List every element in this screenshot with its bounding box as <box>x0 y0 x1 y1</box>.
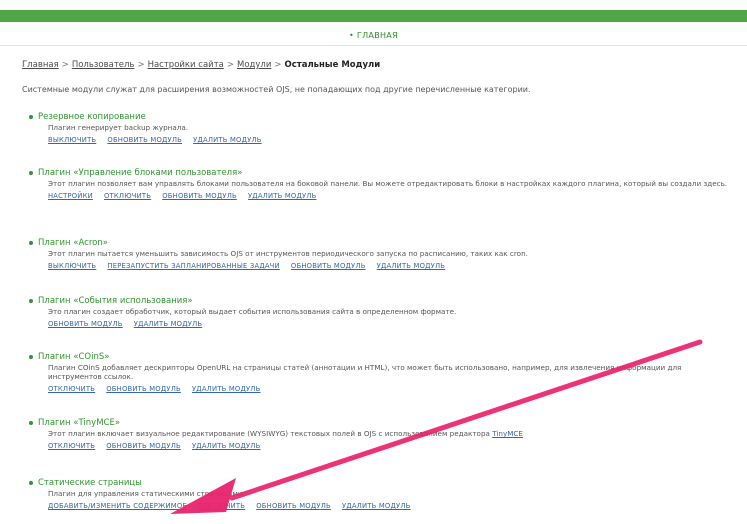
plugin-item-static-pages: Статические страницы Плагин для управлен… <box>29 478 738 512</box>
plugin-description: Плагин для управления статическими стран… <box>48 489 245 498</box>
delete-module-link[interactable]: УДАЛИТЬ МОДУЛЬ <box>192 442 261 450</box>
plugin-title: Плагин «Управление блоками пользователя» <box>29 168 738 179</box>
plugin-description: Этот плагин позволяет вам управлять блок… <box>48 179 728 188</box>
disable-link[interactable]: ОТКЛЮЧИТЬ <box>198 502 245 510</box>
plugin-description: Плагин COinS добавляет дескрипторы OpenU… <box>48 363 682 382</box>
breadcrumb-separator: > <box>226 60 234 70</box>
plugin-description: Этот плагин включает визуальное редактир… <box>48 429 728 438</box>
breadcrumb-separator: > <box>274 60 282 70</box>
nav-home-link[interactable]: • ГЛАВНАЯ <box>349 31 398 40</box>
disable-link[interactable]: ОТКЛЮЧИТЬ <box>48 385 95 393</box>
plugin-title: Плагин «TinyMCE» <box>29 418 738 429</box>
plugin-description: Плагин генерирует backup журнала. <box>48 123 189 132</box>
plugin-title: Статические страницы <box>29 478 738 489</box>
disable-link[interactable]: ВЫКЛЮЧИТЬ <box>48 136 96 144</box>
delete-module-link[interactable]: УДАЛИТЬ МОДУЛЬ <box>193 136 262 144</box>
breadcrumb-item-home[interactable]: Главная <box>22 60 59 70</box>
update-module-link[interactable]: ОБНОВИТЬ МОДУЛЬ <box>106 385 181 393</box>
plugin-title: Плагин «События использования» <box>29 296 738 307</box>
disable-link[interactable]: ОТКЛЮЧИТЬ <box>104 192 151 200</box>
disable-link[interactable]: ОТКЛЮЧИТЬ <box>48 442 95 450</box>
plugin-actions: ВЫКЛЮЧИТЬ ПЕРЕЗАПУСТИТЬ ЗАПЛАНИРОВАННЫЕ … <box>48 258 738 272</box>
plugin-title: Плагин «COinS» <box>29 352 738 363</box>
breadcrumb-separator: > <box>61 60 69 70</box>
plugin-actions: ОТКЛЮЧИТЬ ОБНОВИТЬ МОДУЛЬ УДАЛИТЬ МОДУЛЬ <box>48 438 738 452</box>
breadcrumb-item-user[interactable]: Пользователь <box>72 60 135 70</box>
plugin-title: Резервное копирование <box>29 112 738 123</box>
plugin-item-acron: Плагин «Acron» Этот плагин пытается умен… <box>29 238 738 272</box>
disable-link[interactable]: ВЫКЛЮЧИТЬ <box>48 262 96 270</box>
reload-scheduled-tasks-link[interactable]: ПЕРЕЗАПУСТИТЬ ЗАПЛАНИРОВАННЫЕ ЗАДАЧИ <box>107 262 279 270</box>
update-module-link[interactable]: ОБНОВИТЬ МОДУЛЬ <box>48 320 123 328</box>
update-module-link[interactable]: ОБНОВИТЬ МОДУЛЬ <box>291 262 366 270</box>
nav-home-label: ГЛАВНАЯ <box>356 31 398 40</box>
update-module-link[interactable]: ОБНОВИТЬ МОДУЛЬ <box>256 502 331 510</box>
plugin-item-custom-blocks: Плагин «Управление блоками пользователя»… <box>29 168 738 202</box>
plugin-item-backup: Резервное копирование Плагин генерирует … <box>29 112 738 146</box>
update-module-link[interactable]: ОБНОВИТЬ МОДУЛЬ <box>162 192 237 200</box>
plugin-item-tinymce: Плагин «TinyMCE» Этот плагин включает ви… <box>29 418 738 452</box>
delete-module-link[interactable]: УДАЛИТЬ МОДУЛЬ <box>192 385 261 393</box>
breadcrumb: Главная > Пользователь > Настройки сайта > Мод… <box>22 60 380 70</box>
breadcrumb-item-site-settings[interactable]: Настройки сайта <box>148 60 224 70</box>
delete-module-link[interactable]: УДАЛИТЬ МОДУЛЬ <box>342 502 411 510</box>
tinymce-link[interactable]: TinyMCE <box>492 429 523 438</box>
breadcrumb-separator: > <box>137 60 145 70</box>
plugin-item-usage-events: Плагин «События использования» Это плаги… <box>29 296 738 330</box>
plugin-title: Плагин «Acron» <box>29 238 738 249</box>
delete-module-link[interactable]: УДАЛИТЬ МОДУЛЬ <box>134 320 203 328</box>
plugin-actions: НАСТРОЙКИ ОТКЛЮЧИТЬ ОБНОВИТЬ МОДУЛЬ УДАЛ… <box>48 188 738 202</box>
plugin-description: Этот плагин пытается уменьшить зависимос… <box>48 249 528 258</box>
plugin-actions: ВЫКЛЮЧИТЬ ОБНОВИТЬ МОДУЛЬ УДАЛИТЬ МОДУЛЬ <box>48 132 738 146</box>
add-edit-content-link[interactable]: ДОБАВИТЬ/ИЗМЕНИТЬ СОДЕРЖИМОЕ <box>48 502 187 510</box>
plugin-item-coins: Плагин «COinS» Плагин COinS добавляет де… <box>29 352 738 395</box>
delete-module-link[interactable]: УДАЛИТЬ МОДУЛЬ <box>377 262 446 270</box>
page-title: Остальные Модули <box>284 60 381 70</box>
settings-link[interactable]: НАСТРОЙКИ <box>48 192 93 200</box>
top-green-bar <box>0 10 747 22</box>
plugin-actions: ОБНОВИТЬ МОДУЛЬ УДАЛИТЬ МОДУЛЬ <box>48 316 738 330</box>
breadcrumb-item-modules[interactable]: Модули <box>237 60 271 70</box>
page-description: Системные модули служат для расширения в… <box>22 85 531 94</box>
update-module-link[interactable]: ОБНОВИТЬ МОДУЛЬ <box>107 136 182 144</box>
delete-module-link[interactable]: УДАЛИТЬ МОДУЛЬ <box>248 192 317 200</box>
plugin-actions: ДОБАВИТЬ/ИЗМЕНИТЬ СОДЕРЖИМОЕ ОТКЛЮЧИТЬ О… <box>48 498 738 512</box>
plugin-description-text: Этот плагин включает визуальное редактир… <box>48 429 490 438</box>
update-module-link[interactable]: ОБНОВИТЬ МОДУЛЬ <box>106 442 181 450</box>
plugin-actions: ОТКЛЮЧИТЬ ОБНОВИТЬ МОДУЛЬ УДАЛИТЬ МОДУЛЬ <box>48 381 738 395</box>
top-navigation: • ГЛАВНАЯ <box>0 23 747 46</box>
plugin-description: Это плагин создает обработчик, который в… <box>48 307 457 316</box>
